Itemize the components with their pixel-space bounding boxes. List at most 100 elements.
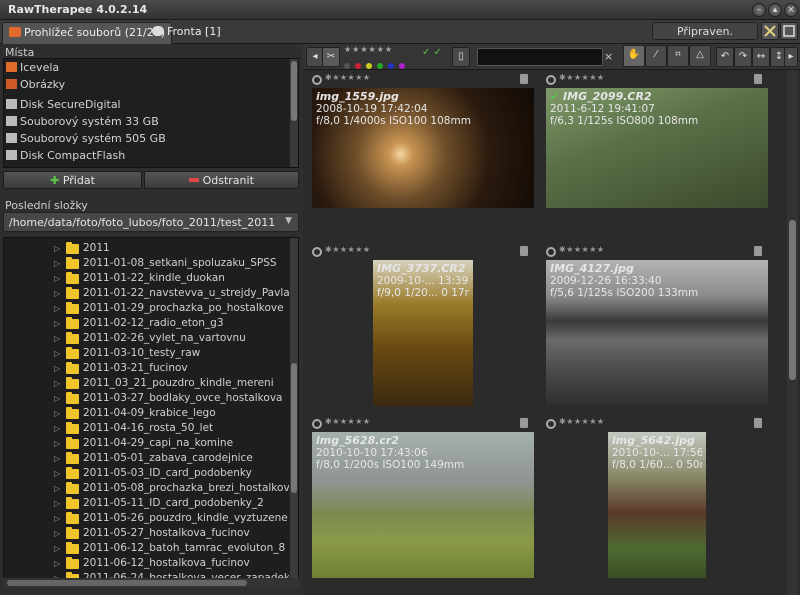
trash-icon[interactable] <box>754 74 762 84</box>
rotate-left-icon[interactable]: ↶ <box>716 47 734 67</box>
thumbnail-image[interactable]: img_1559.jpg 2008-10-19 17:42:04 f/8,0 1… <box>312 88 534 208</box>
add-place-button[interactable]: ✚ Přidat <box>3 171 142 189</box>
color-green-icon[interactable] <box>377 63 383 69</box>
search-input[interactable] <box>477 48 603 66</box>
gear-icon[interactable] <box>546 419 556 429</box>
expander-icon[interactable]: ▷ <box>54 484 64 493</box>
trash-icon[interactable] <box>520 74 528 84</box>
place-item[interactable]: Obrázky <box>6 78 65 94</box>
grid-scrollbar[interactable] <box>787 70 798 595</box>
expander-icon[interactable]: ▷ <box>54 319 64 328</box>
place-item[interactable]: Icevela <box>6 61 59 77</box>
expander-icon[interactable]: ▷ <box>54 439 64 448</box>
expander-icon[interactable]: ▷ <box>54 364 64 373</box>
thumbnail-cell[interactable]: ✱★★★★★ ✔ IMG_2099.CR2 2011-6-12 19:41:07… <box>542 73 768 244</box>
expander-icon[interactable]: ▷ <box>54 454 64 463</box>
thumbnail-cell[interactable]: ✱★★★★★ img_5642.jpg 2010-10-... 17:56:24… <box>542 417 768 588</box>
expander-icon[interactable]: ▷ <box>54 469 64 478</box>
tree-hscrollbar[interactable] <box>3 578 299 588</box>
expander-icon[interactable]: ▷ <box>54 349 64 358</box>
place-item[interactable]: Disk CompactFlash <box>6 149 125 165</box>
scrollbar-thumb[interactable] <box>789 220 796 380</box>
expander-icon[interactable]: ▷ <box>54 259 64 268</box>
thumbnail-cell[interactable]: ✱★★★★★ img_1559.jpg 2008-10-19 17:42:04 … <box>308 73 534 244</box>
color-yellow-icon[interactable] <box>366 63 372 69</box>
hand-tool-icon[interactable]: ✋ <box>623 45 645 67</box>
close-button[interactable]: × <box>784 3 798 17</box>
flip-horizontal-icon[interactable]: ↔ <box>752 47 770 67</box>
maximize-button[interactable]: ▴ <box>768 3 782 17</box>
gear-icon[interactable] <box>312 75 322 85</box>
trash-icon[interactable] <box>520 418 528 428</box>
expander-icon[interactable]: ▷ <box>54 499 64 508</box>
folder-icon <box>66 362 79 374</box>
white-balance-tool-icon[interactable]: ⁄ <box>645 45 667 67</box>
thumbnail-cell[interactable]: ✱★★★★★ IMG_4127.jpg 2009-12-26 16:33:40 … <box>542 245 768 416</box>
expander-icon[interactable]: ▷ <box>54 514 64 523</box>
expander-icon[interactable]: ▷ <box>54 304 64 313</box>
gear-icon[interactable] <box>546 247 556 257</box>
rank-filter-stars[interactable]: ★★★★★★ <box>344 45 393 54</box>
thumbnail-cell[interactable]: ✱★★★★★ IMG_3737.CR2 2009-10-... 13:39:28… <box>308 245 534 416</box>
color-purple-icon[interactable] <box>399 63 405 69</box>
rank-stars[interactable]: ✱★★★★★ <box>325 73 371 82</box>
straighten-tool-icon[interactable]: △ <box>689 45 711 67</box>
trash-filter-icon[interactable]: ▯ <box>452 47 470 67</box>
remove-place-button[interactable]: Odstranit <box>144 171 299 189</box>
expander-icon[interactable]: ▷ <box>54 544 64 553</box>
expander-icon[interactable]: ▷ <box>54 409 64 418</box>
place-item[interactable]: Disk SecureDigital <box>6 98 121 114</box>
scrollbar-thumb[interactable] <box>291 61 297 121</box>
places-scrollbar[interactable] <box>289 59 298 167</box>
scrollbar-thumb[interactable] <box>291 363 297 493</box>
thumbnail-grid: ✱★★★★★ img_1559.jpg 2008-10-19 17:42:04 … <box>308 70 786 595</box>
scrollbar-thumb[interactable] <box>7 580 247 586</box>
rotate-right-icon[interactable]: ↷ <box>734 47 752 67</box>
color-none-icon[interactable] <box>344 63 350 69</box>
folder-label: 2011-05-08_prochazka_brezi_hostalkova <box>83 482 297 494</box>
recent-folders-combo[interactable]: /home/data/foto/foto_lubos/foto_2011/tes… <box>3 212 299 232</box>
checkmark-filter-icon[interactable]: ✓ ✓ <box>422 47 442 58</box>
rank-stars[interactable]: ✱★★★★★ <box>559 73 605 82</box>
filter-edited-icon[interactable]: ✂ <box>322 47 340 67</box>
thumbnail-cell[interactable]: ✱★★★★★ img_5628.cr2 2010-10-10 17:43:06 … <box>308 417 534 588</box>
rank-stars[interactable]: ✱★★★★★ <box>559 417 605 426</box>
crop-tool-icon[interactable]: ⌗ <box>667 45 689 67</box>
color-red-icon[interactable] <box>355 63 361 69</box>
gear-icon[interactable] <box>546 75 556 85</box>
thumbnail-image[interactable]: IMG_3737.CR2 2009-10-... 13:39:28 f/9,0 … <box>373 260 473 406</box>
minimize-button[interactable]: – <box>752 3 766 17</box>
fullscreen-icon[interactable] <box>780 22 798 40</box>
expander-icon[interactable]: ▷ <box>54 274 64 283</box>
rank-stars[interactable]: ✱★★★★★ <box>325 245 371 254</box>
place-item[interactable]: Souborový systém 505 GB <box>6 132 166 148</box>
expander-icon[interactable]: ▷ <box>54 529 64 538</box>
folder-icon <box>66 272 79 284</box>
thumbnail-image[interactable]: IMG_4127.jpg 2009-12-26 16:33:40 f/5,6 1… <box>546 260 768 406</box>
collapse-right-icon[interactable]: ▸ <box>784 47 798 67</box>
trash-icon[interactable] <box>754 246 762 256</box>
gear-icon[interactable] <box>312 247 322 257</box>
place-label: Disk CompactFlash <box>20 149 126 162</box>
expander-icon[interactable]: ▷ <box>54 334 64 343</box>
place-item[interactable]: Souborový systém 33 GB <box>6 115 159 131</box>
clear-search-button[interactable]: × <box>604 50 613 63</box>
expander-icon[interactable]: ▷ <box>54 424 64 433</box>
thumbnail-image[interactable]: ✔ IMG_2099.CR2 2011-6-12 19:41:07 f/6,3 … <box>546 88 768 208</box>
expander-icon[interactable]: ▷ <box>54 244 64 253</box>
tab-queue[interactable]: Fronta [1] <box>146 22 227 44</box>
expander-icon[interactable]: ▷ <box>54 379 64 388</box>
expander-icon[interactable]: ▷ <box>54 559 64 568</box>
tree-scrollbar[interactable] <box>289 238 298 578</box>
thumbnail-image[interactable]: img_5642.jpg 2010-10-... 17:56:24 f/8,0 … <box>608 432 706 578</box>
thumbnail-image[interactable]: img_5628.cr2 2010-10-10 17:43:06 f/8,0 1… <box>312 432 534 578</box>
gear-icon[interactable] <box>312 419 322 429</box>
rank-stars[interactable]: ✱★★★★★ <box>325 417 371 426</box>
expander-icon[interactable]: ▷ <box>54 394 64 403</box>
trash-icon[interactable] <box>520 246 528 256</box>
preferences-icon[interactable] <box>761 22 779 40</box>
color-blue-icon[interactable] <box>388 63 394 69</box>
expander-icon[interactable]: ▷ <box>54 289 64 298</box>
rank-stars[interactable]: ✱★★★★★ <box>559 245 605 254</box>
trash-icon[interactable] <box>754 418 762 428</box>
